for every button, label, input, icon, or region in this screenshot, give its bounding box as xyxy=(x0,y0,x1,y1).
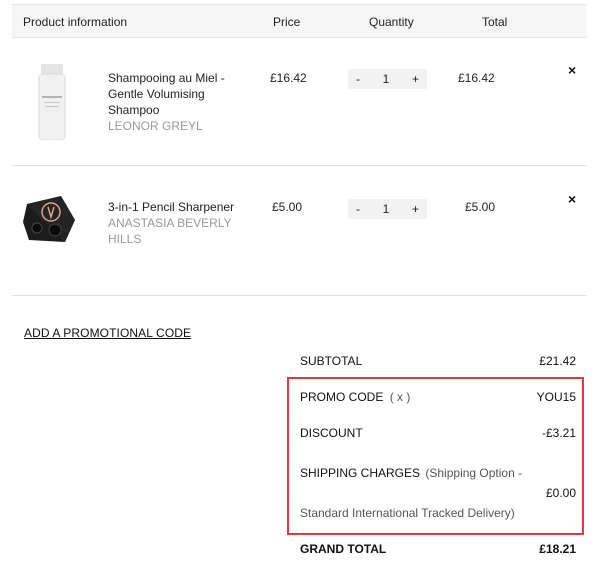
header-total: Total xyxy=(482,15,508,29)
promo-code-value: YOU15 xyxy=(536,390,576,404)
quantity-increase-button[interactable]: + xyxy=(412,202,419,216)
add-promotional-code-link[interactable]: ADD A PROMOTIONAL CODE xyxy=(24,326,191,340)
quantity-stepper: - 1 + xyxy=(348,199,427,219)
shipping-charges-label: SHIPPING CHARGES xyxy=(300,466,421,480)
quantity-decrease-button[interactable]: - xyxy=(356,202,360,216)
product-total: £16.42 xyxy=(458,71,495,85)
product-brand[interactable]: ANASTASIA BEVERLY HILLS xyxy=(108,215,248,247)
header-quantity: Quantity xyxy=(369,15,414,29)
quantity-stepper: - 1 + xyxy=(348,69,427,89)
shipping-value: £0.00 xyxy=(545,486,576,500)
promo-code-label: PROMO CODE xyxy=(300,390,384,404)
header-price: Price xyxy=(273,15,301,29)
grand-total-label: GRAND TOTAL xyxy=(300,542,387,556)
shipping-label-group: SHIPPING CHARGES (Shipping Option - xyxy=(300,466,522,480)
product-price: £5.00 xyxy=(272,200,303,214)
quantity-increase-button[interactable]: + xyxy=(412,72,419,86)
cart-item-row: 3-in-1 Pencil Sharpener ANASTASIA BEVERL… xyxy=(12,166,587,296)
cart-item-row: Shampooing au Miel - Gentle Volumising S… xyxy=(12,38,587,166)
remove-item-button[interactable]: × xyxy=(568,62,576,78)
quantity-value[interactable]: 1 xyxy=(383,72,390,86)
remove-item-button[interactable]: × xyxy=(568,191,576,207)
product-brand[interactable]: LEONOR GREYL xyxy=(108,118,248,134)
promo-code-label-group: PROMO CODE ( x ) xyxy=(300,390,410,404)
product-total: £5.00 xyxy=(465,200,496,214)
product-name[interactable]: Shampooing au Miel - Gentle Volumising S… xyxy=(108,70,248,118)
discount-label: DISCOUNT xyxy=(300,426,363,440)
product-image-pencil-sharpener[interactable] xyxy=(21,190,79,248)
quantity-decrease-button[interactable]: - xyxy=(356,72,360,86)
cart-table-header: Product information Price Quantity Total xyxy=(12,4,587,38)
discount-value: -£3.21 xyxy=(541,426,576,440)
shipping-option-detail-cont: Standard International Tracked Delivery) xyxy=(300,506,515,520)
subtotal-value: £21.42 xyxy=(539,354,576,368)
product-image-shampoo[interactable] xyxy=(38,64,66,141)
product-name[interactable]: 3-in-1 Pencil Sharpener xyxy=(108,199,248,215)
subtotal-label: SUBTOTAL xyxy=(300,354,363,368)
remove-promo-code-button[interactable]: ( x ) xyxy=(390,390,411,404)
quantity-value[interactable]: 1 xyxy=(383,202,390,216)
shipping-option-detail: (Shipping Option - xyxy=(425,466,523,480)
header-product-information: Product information xyxy=(23,15,128,29)
grand-total-value: £18.21 xyxy=(539,542,576,556)
product-price: £16.42 xyxy=(270,71,307,85)
